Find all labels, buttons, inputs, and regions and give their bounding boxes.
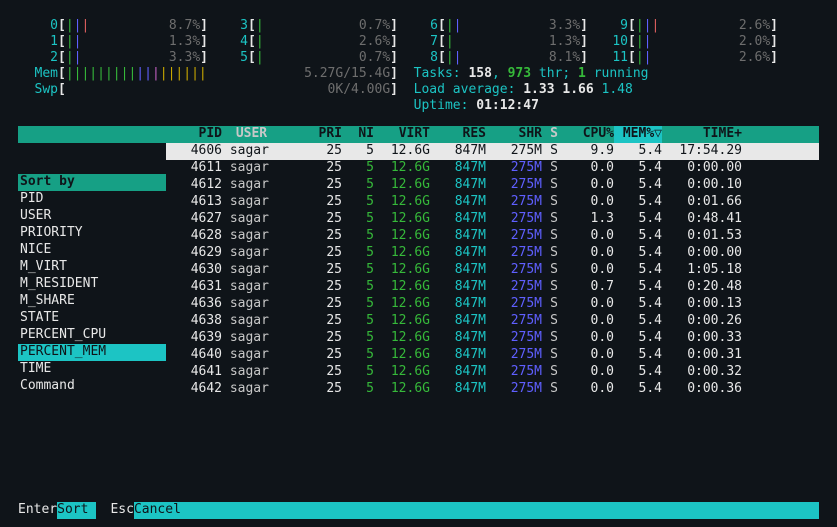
- sort-by-title: Sort by: [18, 174, 166, 191]
- footer-key-esc[interactable]: Esc: [96, 502, 133, 519]
- cpu-meter-6: 6[||3.3%] 9[|||2.6%]: [398, 18, 819, 34]
- process-row[interactable]: 4612 sagar 25 5 12.6G 847M 275M S 0.0 5.…: [166, 177, 819, 194]
- footer-key-enter[interactable]: Enter: [18, 502, 57, 519]
- col-pid[interactable]: PID: [166, 126, 222, 143]
- footer-label-cancel[interactable]: Cancel: [134, 502, 189, 519]
- cpu-meter-2: 2[||3.3%] 5[|0.7%]: [18, 50, 398, 66]
- cpu-meter-7: 7[|1.3%] 10[||2.0%]: [398, 34, 819, 50]
- sort-option-m_virt[interactable]: M_VIRT: [18, 259, 166, 276]
- col-virt[interactable]: VIRT: [374, 126, 430, 143]
- sort-by-panel[interactable]: Sort by PIDUSERPRIORITYNICEM_VIRTM_RESID…: [18, 174, 166, 395]
- cpu-meter-8: 8[||8.1%] 11[||2.6%]: [398, 50, 819, 66]
- col-pri[interactable]: PRI: [302, 126, 342, 143]
- sort-option-time[interactable]: TIME: [18, 361, 166, 378]
- process-row[interactable]: 4640 sagar 25 5 12.6G 847M 275M S 0.0 5.…: [166, 347, 819, 364]
- process-row[interactable]: 4613 sagar 25 5 12.6G 847M 275M S 0.0 5.…: [166, 194, 819, 211]
- sort-option-user[interactable]: USER: [18, 208, 166, 225]
- sort-option-command[interactable]: Command: [18, 378, 166, 395]
- swp-meter: Swp[0K/4.00G]: [18, 82, 398, 98]
- footer-bar: Enter Sort Esc Cancel: [18, 502, 819, 519]
- process-row[interactable]: 4629 sagar 25 5 12.6G 847M 275M S 0.0 5.…: [166, 245, 819, 262]
- sort-option-nice[interactable]: NICE: [18, 242, 166, 259]
- sort-option-m_share[interactable]: M_SHARE: [18, 293, 166, 310]
- process-row[interactable]: 4641 sagar 25 5 12.6G 847M 275M S 0.0 5.…: [166, 364, 819, 381]
- process-row[interactable]: 4638 sagar 25 5 12.6G 847M 275M S 0.0 5.…: [166, 313, 819, 330]
- col-time[interactable]: TIME+: [662, 126, 742, 143]
- col-mem[interactable]: MEM%▽: [614, 126, 662, 143]
- col-res[interactable]: RES: [430, 126, 486, 143]
- col-shr[interactable]: SHR: [486, 126, 542, 143]
- sort-option-state[interactable]: STATE: [18, 310, 166, 327]
- process-row[interactable]: 4606 sagar 25 5 12.6G 847M 275M S 9.9 5.…: [166, 143, 819, 160]
- sort-option-priority[interactable]: PRIORITY: [18, 225, 166, 242]
- col-user[interactable]: USER: [222, 126, 302, 143]
- process-row[interactable]: 4628 sagar 25 5 12.6G 847M 275M S 0.0 5.…: [166, 228, 819, 245]
- col-cpu[interactable]: CPU%: [566, 126, 614, 143]
- load-average: Load average: 1.33 1.66 1.48: [398, 82, 819, 98]
- footer-fill: [189, 502, 819, 519]
- mem-meter: Mem[||||||||||||||||||5.27G/15.4G]: [18, 66, 398, 82]
- process-row[interactable]: 4642 sagar 25 5 12.6G 847M 275M S 0.0 5.…: [166, 381, 819, 398]
- footer-label-sort[interactable]: Sort: [57, 502, 96, 519]
- tasks-info: Tasks: 158, 973 thr; 1 running: [398, 66, 819, 82]
- meters-panel: 0[|||8.7%] 3[|0.7%] 1[||1.3%] 4[|2.6%] 2…: [18, 8, 819, 120]
- col-s[interactable]: S: [542, 126, 566, 143]
- process-row[interactable]: 4636 sagar 25 5 12.6G 847M 275M S 0.0 5.…: [166, 296, 819, 313]
- process-table-header: PID USER PRI NI VIRT RES SHR S CPU% MEM%…: [18, 126, 819, 143]
- process-row[interactable]: 4630 sagar 25 5 12.6G 847M 275M S 0.0 5.…: [166, 262, 819, 279]
- process-row[interactable]: 4611 sagar 25 5 12.6G 847M 275M S 0.0 5.…: [166, 160, 819, 177]
- sort-option-percent_cpu[interactable]: PERCENT_CPU: [18, 327, 166, 344]
- uptime: Uptime: 01:12:47: [398, 98, 819, 114]
- process-row[interactable]: 4639 sagar 25 5 12.6G 847M 275M S 0.0 5.…: [166, 330, 819, 347]
- process-table: 4606 sagar 25 5 12.6G 847M 275M S 9.9 5.…: [166, 143, 819, 398]
- process-row[interactable]: 4627 sagar 25 5 12.6G 847M 275M S 1.3 5.…: [166, 211, 819, 228]
- process-row[interactable]: 4631 sagar 25 5 12.6G 847M 275M S 0.7 5.…: [166, 279, 819, 296]
- cpu-meter-1: 1[||1.3%] 4[|2.6%]: [18, 34, 398, 50]
- sort-option-pid[interactable]: PID: [18, 191, 166, 208]
- sort-option-percent_mem[interactable]: PERCENT_MEM: [18, 344, 166, 361]
- col-ni[interactable]: NI: [342, 126, 374, 143]
- cpu-meter-0: 0[|||8.7%] 3[|0.7%]: [18, 18, 398, 34]
- sort-option-m_resident[interactable]: M_RESIDENT: [18, 276, 166, 293]
